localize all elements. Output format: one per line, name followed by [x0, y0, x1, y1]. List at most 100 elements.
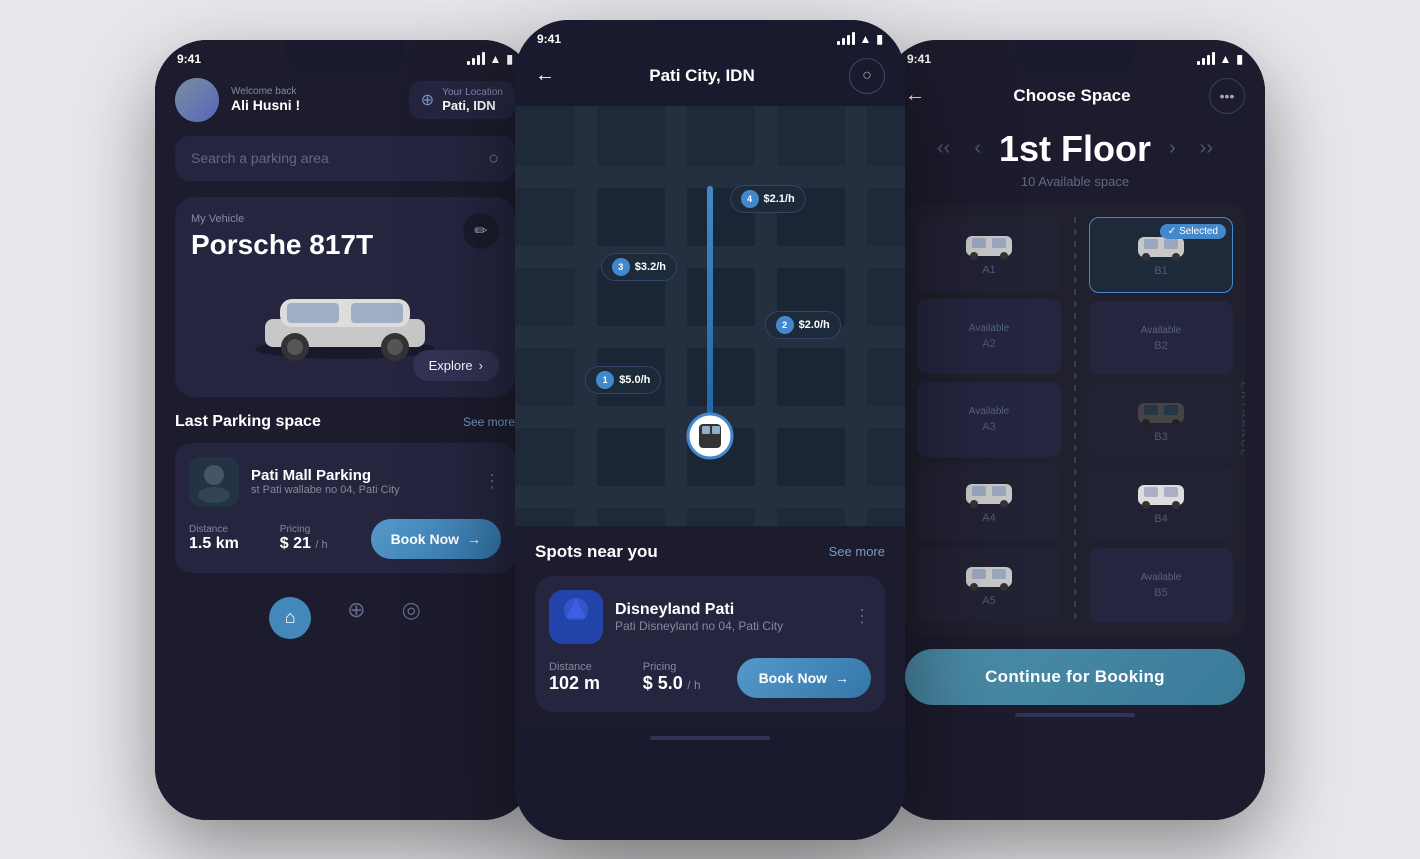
- parking-spot-A2[interactable]: Available A2: [917, 299, 1061, 374]
- floor-prev-button[interactable]: ‹‹: [931, 133, 956, 164]
- selected-text: Selected: [1179, 226, 1218, 237]
- spot-card-bottom: Distance 102 m Pricing $ 5.0 / h Book No…: [549, 658, 871, 698]
- search-bar[interactable]: Search a parking area ○: [175, 136, 515, 181]
- spot-distance: Distance 102 m: [549, 661, 643, 694]
- parking-spot-A3[interactable]: Available A3: [917, 382, 1061, 457]
- parking-spot-A1[interactable]: A1: [917, 217, 1061, 292]
- right-parking-column: B1 ✓ Selected Available B2: [1089, 217, 1233, 623]
- map-view[interactable]: 1 $5.0/h 2 $2.0/h 3 $3.2/h 4 $2.1/h: [515, 106, 905, 526]
- parking-spot-B4[interactable]: B4: [1089, 466, 1233, 540]
- parking-slots-grid: A1 Available A2 Available A3: [917, 217, 1233, 623]
- parking-spot-B3[interactable]: B3: [1089, 383, 1233, 457]
- car-A5: [964, 563, 1014, 591]
- parking-spot-A4[interactable]: A4: [917, 465, 1061, 540]
- spot-label-B4: B4: [1154, 513, 1167, 525]
- time-2: 9:41: [537, 32, 561, 46]
- book-arrow-icon-2: →: [835, 670, 849, 686]
- floor-availability: 10 Available space: [905, 174, 1245, 189]
- spot-label-A1: A1: [982, 264, 995, 276]
- nav-settings-button[interactable]: ◎: [402, 597, 421, 639]
- phone-2: 9:41 ▲ ▮ ← Pati City, IDN ○: [515, 20, 905, 840]
- wifi-icon-3: ▲: [1220, 52, 1232, 66]
- see-more-button[interactable]: See more: [463, 415, 515, 429]
- spot-pricing: Pricing $ 5.0 / h: [643, 661, 737, 694]
- bottom-handle-3: [1015, 713, 1135, 717]
- edit-vehicle-button[interactable]: ✏: [463, 213, 499, 249]
- spot-more-button[interactable]: ⋮: [853, 606, 871, 627]
- location-value: Pati, IDN: [442, 98, 503, 113]
- parking-card: Pati Mall Parking st Pati wallabe no 04,…: [175, 443, 515, 573]
- floor-prev-button-2[interactable]: ‹: [968, 133, 987, 164]
- welcome-section: Welcome back Ali Husni !: [231, 86, 397, 113]
- status-icons-2: ▲ ▮: [837, 32, 884, 46]
- car-B3: [1136, 399, 1186, 427]
- spot-card-top: Disneyland Pati Pati Disneyland no 04, P…: [549, 590, 871, 644]
- floor-next-button[interactable]: ›: [1163, 133, 1182, 164]
- p2-header: ← Pati City, IDN ○: [515, 50, 905, 106]
- map-pin-4[interactable]: 4 $2.1/h: [730, 185, 806, 213]
- parking-spot-A5[interactable]: A5: [917, 548, 1061, 623]
- pricing-label-2: Pricing: [643, 661, 737, 673]
- book-arrow-icon: →: [467, 531, 481, 547]
- spots-see-more[interactable]: See more: [829, 544, 885, 559]
- parking-name: Pati Mall Parking: [251, 467, 471, 484]
- explore-arrow: ›: [479, 358, 483, 373]
- back-button-3[interactable]: ←: [905, 84, 925, 107]
- spot-label-B2: B2: [1154, 340, 1167, 352]
- parking-card-bottom: Distance 1.5 km Pricing $ 21 / h Book No…: [189, 519, 501, 559]
- last-parking-header: Last Parking space See more: [175, 413, 515, 431]
- book-now-button-2[interactable]: Book Now →: [737, 658, 871, 698]
- search-button-2[interactable]: ○: [849, 58, 885, 94]
- spot-status-B5: Available: [1141, 572, 1181, 583]
- check-icon: ✓: [1168, 226, 1176, 237]
- floor-next-button-2[interactable]: ››: [1194, 133, 1219, 164]
- spot-label-B3: B3: [1154, 431, 1167, 443]
- battery-icon: ▮: [506, 52, 513, 66]
- back-button-2[interactable]: ←: [535, 64, 555, 87]
- parking-more-button[interactable]: ⋮: [483, 471, 501, 492]
- last-parking-title: Last Parking space: [175, 413, 321, 431]
- search-placeholder: Search a parking area: [191, 150, 488, 166]
- bottom-handle-2: [650, 736, 770, 740]
- spot-label-A2: A2: [982, 338, 995, 350]
- spot-label-A4: A4: [982, 512, 995, 524]
- p3-title: Choose Space: [935, 86, 1209, 106]
- parking-spot-B1[interactable]: B1 ✓ Selected: [1089, 217, 1233, 293]
- search-icon[interactable]: ○: [488, 148, 499, 169]
- parking-spot-B5[interactable]: Available B5: [1089, 548, 1233, 622]
- distance-label-2: Distance: [549, 661, 643, 673]
- map-svg: [515, 106, 905, 526]
- notch-1: [285, 40, 405, 72]
- wifi-icon: ▲: [490, 52, 502, 66]
- distance-label: Distance: [189, 524, 280, 535]
- spot-label-B5: B5: [1154, 587, 1167, 599]
- book-now-label: Book Now: [391, 531, 459, 547]
- explore-button[interactable]: Explore ›: [413, 350, 499, 381]
- signal-icon-3: [1197, 52, 1215, 65]
- parking-spot-B2[interactable]: Available B2: [1089, 301, 1233, 375]
- spot-info: Disneyland Pati Pati Disneyland no 04, P…: [615, 601, 841, 633]
- pin-number-4: 4: [741, 190, 759, 208]
- continue-booking-button[interactable]: Continue for Booking: [905, 649, 1245, 705]
- map-pin-2[interactable]: 2 $2.0/h: [765, 311, 841, 339]
- nav-location-button[interactable]: ⊕: [347, 597, 365, 639]
- map-pin-1[interactable]: 1 $5.0/h: [585, 366, 661, 394]
- book-now-button[interactable]: Book Now →: [371, 519, 501, 559]
- parking-distance: Distance 1.5 km: [189, 524, 280, 553]
- car-A4: [964, 480, 1014, 508]
- location-widget[interactable]: ⊕ Your Location Pati, IDN: [409, 81, 515, 119]
- spots-section: Spots near you See more Disneyland Pat: [515, 526, 905, 728]
- nav-home-button[interactable]: ⌂: [269, 597, 311, 639]
- spot-label-B1: B1: [1154, 265, 1167, 277]
- distance-value: 1.5 km: [189, 535, 239, 552]
- map-pin-3[interactable]: 3 $3.2/h: [601, 253, 677, 281]
- status-icons-1: ▲ ▮: [467, 52, 514, 66]
- pin-number-3: 3: [612, 258, 630, 276]
- pricing-value: $ 21: [280, 535, 311, 552]
- notch-3: [1015, 40, 1135, 72]
- more-options-button[interactable]: •••: [1209, 78, 1245, 114]
- spot-label-A5: A5: [982, 595, 995, 607]
- spot-name: Disneyland Pati: [615, 601, 841, 619]
- time-1: 9:41: [177, 52, 201, 66]
- pin-number-1: 1: [596, 371, 614, 389]
